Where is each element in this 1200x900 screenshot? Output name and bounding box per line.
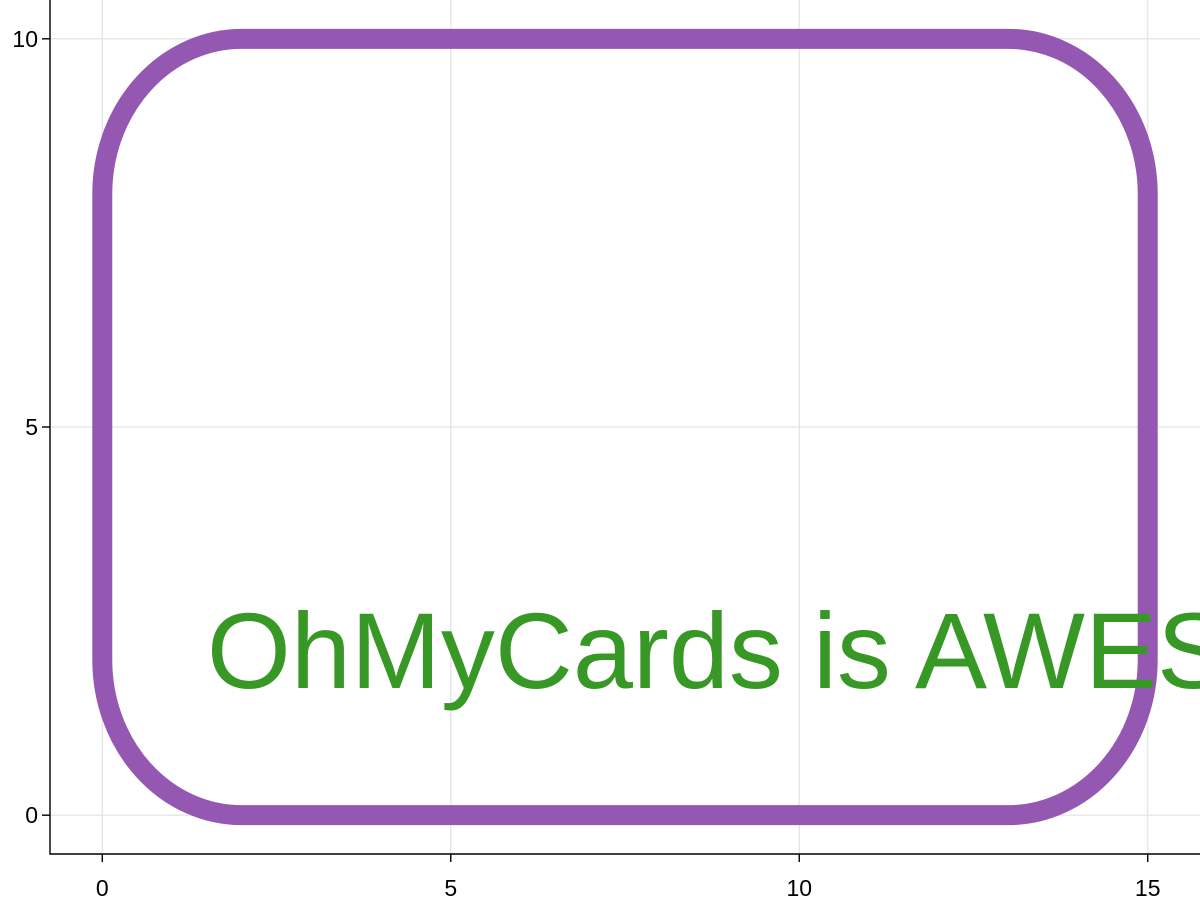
y-tick-label-0: 0 [25,802,38,828]
y-tick-label-5: 5 [25,414,38,440]
x-tick-label-10: 10 [786,875,812,900]
grid [50,0,1200,854]
chart: OhMyCards is AWESOME! 0 5 10 15 0 5 10 [12,0,1200,900]
x-tick-label-0: 0 [96,875,109,900]
card-annotation-text: OhMyCards is AWESOME! [207,590,1200,711]
x-tick-label-15: 15 [1135,875,1161,900]
x-tick-label-5: 5 [444,875,457,900]
y-tick-label-10: 10 [12,26,38,52]
axes: 0 5 10 15 0 5 10 [12,0,1200,900]
